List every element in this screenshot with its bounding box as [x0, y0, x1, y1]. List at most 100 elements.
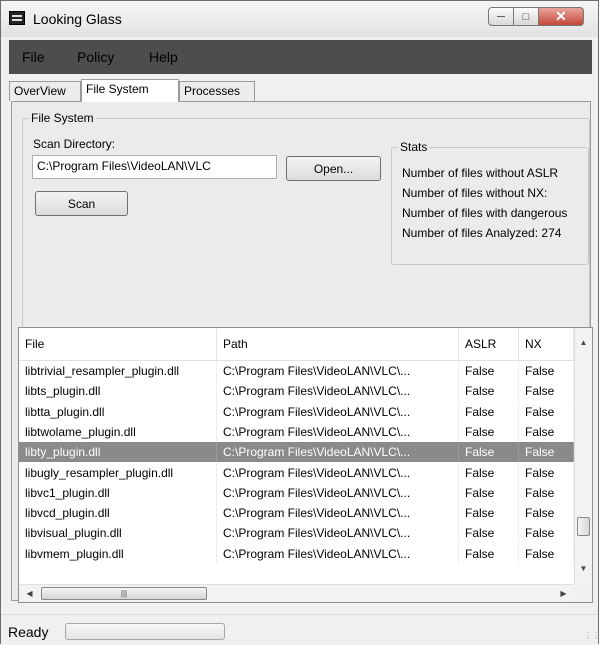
column-header-nx[interactable]: NX — [519, 328, 574, 360]
minimize-button[interactable]: ─ — [488, 7, 514, 26]
cell-file: libtrivial_resampler_plugin.dll — [19, 361, 217, 381]
table-row[interactable]: libtwolame_plugin.dll C:\Program Files\Vi… — [19, 421, 574, 442]
horizontal-scrollbar[interactable]: ◀ ||| ▶ — [19, 584, 574, 602]
cell-path: C:\Program Files\VideoLAN\VLC\... — [217, 523, 459, 544]
tab-strip: OverView File System Processes — [9, 79, 592, 102]
stats-no-nx: Number of files without NX: — [402, 186, 548, 200]
menu-policy[interactable]: Policy — [77, 49, 114, 65]
cell-nx: False — [519, 462, 574, 483]
scroll-left-icon[interactable]: ◀ — [21, 585, 38, 602]
cell-file: libts_plugin.dll — [19, 381, 217, 402]
close-button[interactable]: ✕ — [538, 7, 584, 26]
cell-aslr: False — [459, 361, 519, 381]
scroll-up-icon[interactable]: ▲ — [575, 334, 592, 351]
cell-path: C:\Program Files\VideoLAN\VLC\... — [217, 482, 459, 503]
cell-nx: False — [519, 503, 574, 524]
stats-analyzed: Number of files Analyzed: 274 — [402, 226, 562, 240]
cell-nx: False — [519, 361, 574, 381]
table-row[interactable]: libtrivial_resampler_plugin.dll C:\Progra… — [19, 361, 574, 381]
scroll-right-icon[interactable]: ▶ — [555, 585, 572, 602]
scroll-corner — [574, 584, 592, 602]
file-system-group-title: File System — [29, 111, 96, 125]
cell-file: libty_plugin.dll — [19, 442, 217, 463]
column-header-aslr[interactable]: ASLR — [459, 328, 519, 360]
stats-no-aslr: Number of files without ASLR — [402, 166, 559, 180]
table-row[interactable]: libugly_resampler_plugin.dll C:\Program F… — [19, 462, 574, 483]
table-row[interactable]: libvc1_plugin.dll C:\Program Files\VideoL… — [19, 482, 574, 503]
cell-path: C:\Program Files\VideoLAN\VLC\... — [217, 543, 459, 564]
tab-overview[interactable]: OverView — [9, 81, 81, 101]
cell-aslr: False — [459, 523, 519, 544]
stats-dangerous: Number of files with dangerous — [402, 206, 568, 220]
horizontal-scroll-thumb[interactable]: ||| — [41, 587, 207, 600]
table-row[interactable]: libty_plugin.dll C:\Program Files\VideoLA… — [19, 442, 574, 463]
status-text: Ready — [8, 624, 49, 640]
stats-group: Stats Number of files without ASLR Numbe… — [391, 140, 589, 265]
cell-file: libvcd_plugin.dll — [19, 503, 217, 524]
column-header-path[interactable]: Path — [217, 328, 459, 360]
maximize-icon: □ — [522, 10, 530, 23]
status-bar: Ready ⋮⋮ — [1, 614, 600, 645]
app-window: Looking Glass ─ □ ✕ File Policy Help Ove… — [0, 0, 600, 645]
cell-file: libvisual_plugin.dll — [19, 523, 217, 544]
window-title: Looking Glass — [33, 11, 122, 27]
cell-path: C:\Program Files\VideoLAN\VLC\... — [217, 361, 459, 381]
status-progress-bar — [65, 623, 225, 640]
maximize-button[interactable]: □ — [513, 7, 539, 26]
menu-file[interactable]: File — [22, 49, 45, 65]
cell-nx: False — [519, 482, 574, 503]
grid-header: File Path ASLR NX — [19, 328, 574, 361]
cell-path: C:\Program Files\VideoLAN\VLC\... — [217, 462, 459, 483]
cell-nx: False — [519, 543, 574, 564]
scan-directory-label: Scan Directory: — [33, 137, 116, 151]
grip-lines-icon: ||| — [120, 589, 128, 598]
tab-processes[interactable]: Processes — [179, 81, 255, 101]
scan-directory-input[interactable]: C:\Program Files\VideoLAN\VLC — [32, 155, 277, 179]
scan-button[interactable]: Scan — [35, 191, 128, 216]
cell-aslr: False — [459, 462, 519, 483]
cell-nx: False — [519, 523, 574, 544]
cell-path: C:\Program Files\VideoLAN\VLC\... — [217, 401, 459, 422]
cell-nx: False — [519, 381, 574, 402]
cell-aslr: False — [459, 401, 519, 422]
stats-group-title: Stats — [398, 140, 430, 154]
tab-file-system[interactable]: File System — [81, 79, 179, 102]
file-system-group: File System Scan Directory: C:\Program F… — [22, 111, 590, 330]
resize-grip-icon[interactable]: ⋮⋮ — [584, 631, 600, 641]
cell-file: libtta_plugin.dll — [19, 401, 217, 422]
table-row[interactable]: libts_plugin.dll C:\Program Files\VideoLA… — [19, 381, 574, 402]
title-bar: Looking Glass ─ □ ✕ — [1, 1, 598, 37]
vertical-scrollbar[interactable]: ▲ ▼ — [574, 328, 592, 584]
column-header-file[interactable]: File — [19, 328, 217, 360]
open-button[interactable]: Open... — [286, 156, 381, 181]
cell-path: C:\Program Files\VideoLAN\VLC\... — [217, 421, 459, 442]
table-row[interactable]: libvmem_plugin.dll C:\Program Files\Video… — [19, 543, 574, 564]
cell-aslr: False — [459, 543, 519, 564]
cell-aslr: False — [459, 421, 519, 442]
cell-nx: False — [519, 421, 574, 442]
cell-nx: False — [519, 401, 574, 422]
vertical-scroll-thumb[interactable] — [577, 517, 590, 536]
cell-path: C:\Program Files\VideoLAN\VLC\... — [217, 503, 459, 524]
cell-path: C:\Program Files\VideoLAN\VLC\... — [217, 381, 459, 402]
cell-nx: False — [519, 442, 574, 463]
table-row[interactable]: libtta_plugin.dll C:\Program Files\VideoL… — [19, 401, 574, 422]
files-grid[interactable]: File Path ASLR NX libtrivial_resampler_p… — [18, 327, 593, 603]
cell-file: libugly_resampler_plugin.dll — [19, 462, 217, 483]
menu-help[interactable]: Help — [149, 49, 178, 65]
cell-aslr: False — [459, 482, 519, 503]
menu-bar: File Policy Help — [9, 40, 592, 74]
scroll-down-icon[interactable]: ▼ — [575, 560, 592, 577]
cell-path: C:\Program Files\VideoLAN\VLC\... — [217, 442, 459, 463]
table-row[interactable]: libvcd_plugin.dll C:\Program Files\VideoL… — [19, 503, 574, 524]
cell-aslr: False — [459, 381, 519, 402]
cell-file: libvc1_plugin.dll — [19, 482, 217, 503]
cell-file: libvmem_plugin.dll — [19, 543, 217, 564]
minimize-icon: ─ — [497, 10, 505, 23]
cell-aslr: False — [459, 503, 519, 524]
app-icon — [9, 11, 25, 25]
table-row[interactable]: libvisual_plugin.dll C:\Program Files\Vid… — [19, 523, 574, 544]
cell-aslr: False — [459, 442, 519, 463]
cell-file: libtwolame_plugin.dll — [19, 421, 217, 442]
close-icon: ✕ — [555, 8, 567, 24]
